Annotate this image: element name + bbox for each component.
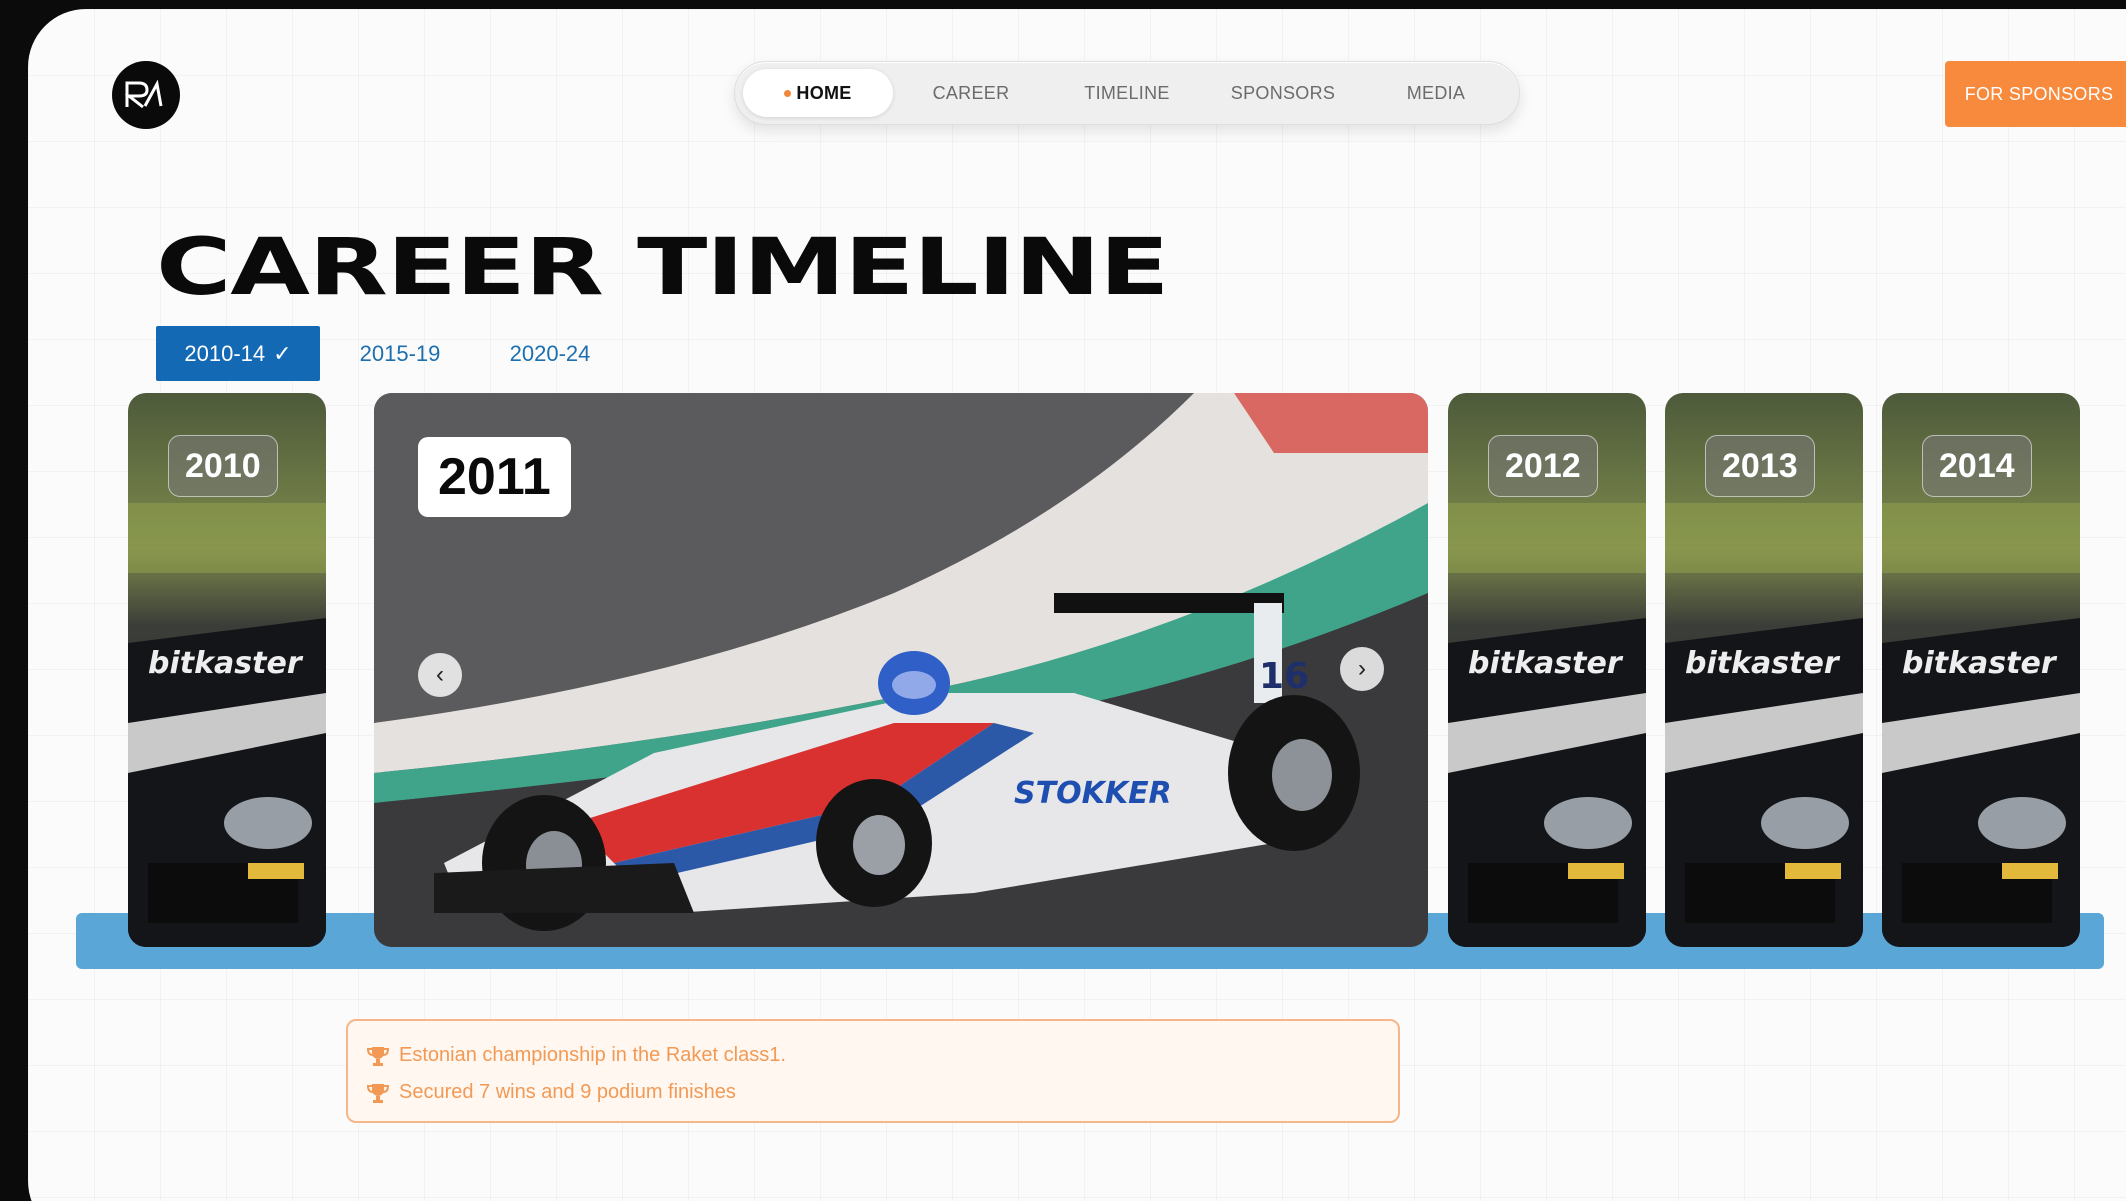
achievement-text: Estonian championship in the Raket class… bbox=[399, 1044, 786, 1066]
svg-text:bitkaster: bitkaster bbox=[1902, 646, 2058, 681]
trophy-icon bbox=[366, 1083, 390, 1103]
tab-2010-14[interactable]: 2010-14 ✓ bbox=[156, 326, 320, 381]
achievement-item: Secured 7 wins and 9 podium finishes bbox=[366, 1074, 1380, 1111]
year-card-2014[interactable]: bitkaster 2014 bbox=[1882, 393, 2080, 947]
nav-timeline[interactable]: TIMELINE bbox=[1049, 69, 1205, 117]
nav-home-label: HOME bbox=[796, 82, 852, 103]
year-card-2011-active[interactable]: 16 STOKKER 2011 ‹ › bbox=[374, 393, 1428, 947]
achievements-box: Estonian championship in the Raket class… bbox=[346, 1019, 1400, 1123]
year-badge-2010: 2010 bbox=[168, 435, 278, 497]
nav-career[interactable]: CAREER bbox=[893, 69, 1049, 117]
chevron-right-icon: › bbox=[1358, 655, 1366, 682]
nav-career-label: CAREER bbox=[932, 82, 1010, 103]
app-frame: HOME CAREER TIMELINE SPONSORS MEDIA FOR … bbox=[28, 9, 2126, 1201]
svg-text:bitkaster: bitkaster bbox=[1685, 646, 1841, 681]
tab-2015-19[interactable]: 2015-19 bbox=[320, 326, 480, 381]
for-sponsors-button[interactable]: FOR SPONSORS bbox=[1945, 61, 2126, 127]
tab-2010-14-label: 2010-14 bbox=[184, 340, 266, 366]
svg-text:STOKKER: STOKKER bbox=[1014, 776, 1172, 811]
next-arrow-button[interactable]: › bbox=[1340, 647, 1384, 691]
year-badge-2011: 2011 bbox=[418, 437, 571, 517]
svg-text:bitkaster: bitkaster bbox=[1468, 646, 1624, 681]
achievement-text: Secured 7 wins and 9 podium finishes bbox=[399, 1081, 736, 1103]
svg-text:16: 16 bbox=[1259, 656, 1309, 697]
trophy-icon bbox=[366, 1046, 390, 1066]
year-card-2012[interactable]: bitkaster 2012 bbox=[1448, 393, 1646, 947]
tab-2020-24[interactable]: 2020-24 bbox=[480, 326, 620, 381]
nav-home[interactable]: HOME bbox=[743, 69, 893, 117]
logo[interactable] bbox=[112, 61, 180, 129]
check-icon: ✓ bbox=[273, 340, 292, 366]
achievement-item: Estonian championship in the Raket class… bbox=[366, 1037, 1380, 1074]
year-badge-2013: 2013 bbox=[1705, 435, 1815, 497]
chevron-left-icon: ‹ bbox=[436, 661, 444, 688]
logo-mark-icon bbox=[124, 80, 163, 109]
year-card-2013[interactable]: bitkaster 2013 bbox=[1665, 393, 1863, 947]
year-range-tabs: 2010-14 ✓ 2015-19 2020-24 bbox=[156, 326, 620, 381]
nav-media-label: MEDIA bbox=[1406, 82, 1466, 103]
year-badge-2014: 2014 bbox=[1922, 435, 2032, 497]
svg-text:bitkaster: bitkaster bbox=[148, 646, 304, 681]
active-dot-icon bbox=[784, 89, 792, 97]
prev-arrow-button[interactable]: ‹ bbox=[418, 653, 462, 697]
year-card-2010[interactable]: bitkaster 2010 bbox=[128, 393, 326, 947]
page-title: CAREER TIMELINE bbox=[156, 223, 1170, 313]
nav-sponsors-label: SPONSORS bbox=[1230, 82, 1336, 103]
main-nav: HOME CAREER TIMELINE SPONSORS MEDIA bbox=[734, 61, 1520, 125]
nav-sponsors[interactable]: SPONSORS bbox=[1205, 69, 1361, 117]
year-badge-2012: 2012 bbox=[1488, 435, 1598, 497]
nav-timeline-label: TIMELINE bbox=[1084, 82, 1170, 103]
nav-media[interactable]: MEDIA bbox=[1361, 69, 1511, 117]
